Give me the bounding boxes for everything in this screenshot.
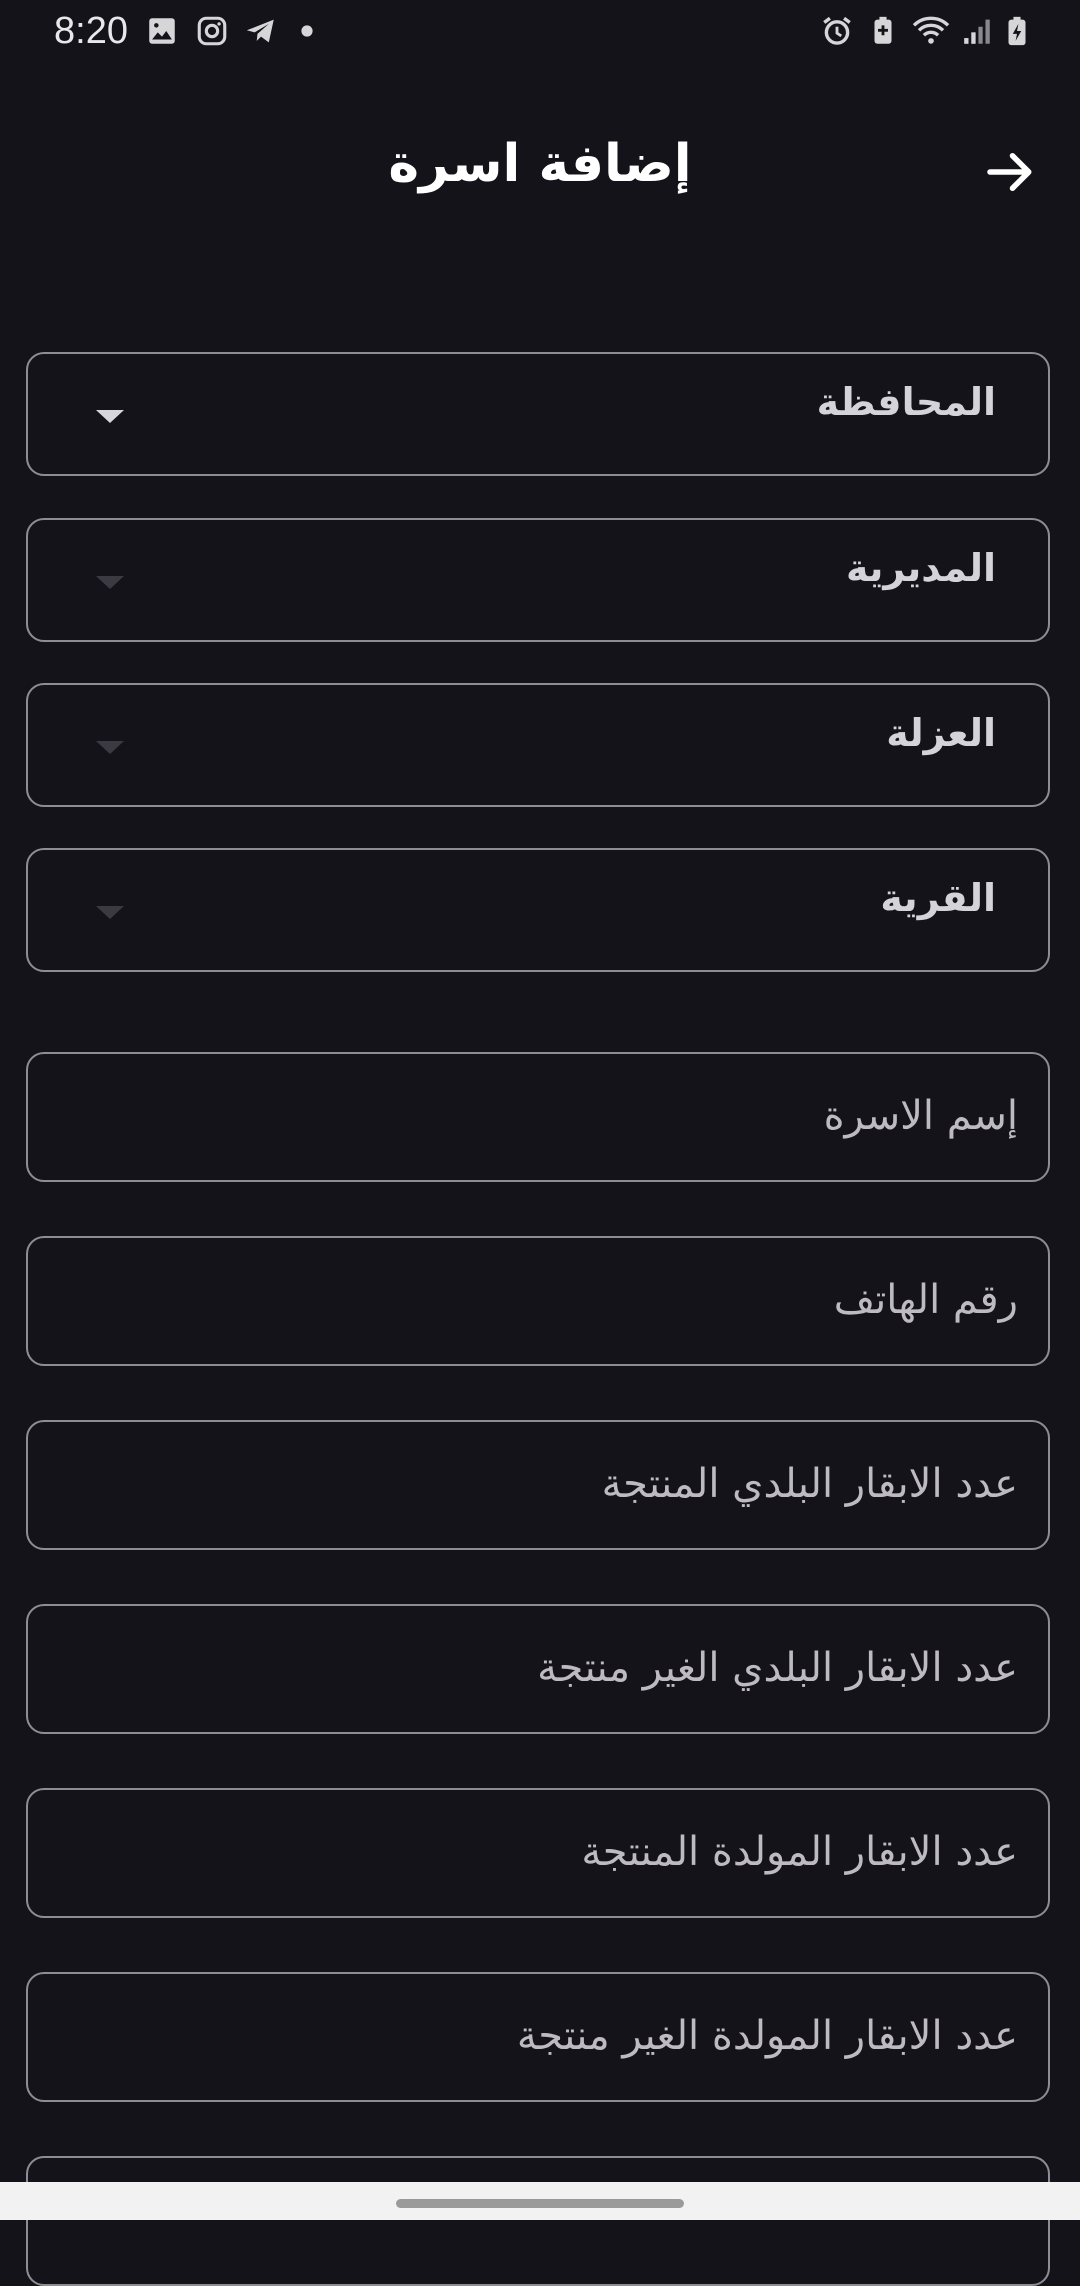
page-title: إضافة اسرة (388, 134, 692, 194)
local-nonproductive-cows-field[interactable] (26, 1604, 1050, 1734)
governorate-label: المحافظة (816, 380, 996, 424)
instagram-icon (195, 14, 229, 48)
directorate-dropdown[interactable]: المديرية (26, 518, 1050, 642)
back-button[interactable] (980, 142, 1040, 202)
signal-icon (960, 14, 994, 48)
phone-number-input[interactable] (54, 1260, 1018, 1340)
subdistrict-dropdown[interactable]: العزلة (26, 683, 1050, 807)
family-name-input[interactable] (54, 1076, 1018, 1156)
crossbred-nonproductive-cows-input[interactable] (54, 1996, 1018, 2076)
dropdown-arrow-icon (96, 741, 124, 754)
battery-charging-icon (1000, 14, 1034, 48)
crossbred-productive-cows-input[interactable] (54, 1812, 1018, 1892)
telegram-icon (244, 14, 278, 48)
dropdown-arrow-icon (96, 906, 124, 919)
status-time: 8:20 (54, 10, 128, 52)
dropdown-arrow-icon (96, 576, 124, 589)
status-bar: 8:20 (0, 0, 1080, 66)
home-indicator[interactable] (396, 2199, 684, 2208)
local-nonproductive-cows-input[interactable] (54, 1628, 1018, 1708)
local-productive-cows-input[interactable] (54, 1444, 1018, 1524)
arrow-right-icon (987, 153, 1032, 191)
image-icon (145, 14, 179, 48)
village-dropdown[interactable]: القرية (26, 848, 1050, 972)
battery-saver-icon (866, 14, 900, 48)
alarm-icon (820, 14, 854, 48)
village-label: القرية (880, 876, 996, 920)
next-field[interactable] (26, 2156, 1050, 2286)
subdistrict-label: العزلة (886, 711, 996, 755)
crossbred-nonproductive-cows-field[interactable] (26, 1972, 1050, 2102)
navigation-bar (0, 2182, 1080, 2220)
wifi-icon (910, 14, 952, 48)
dropdown-arrow-icon (96, 410, 124, 423)
app-bar: إضافة اسرة (0, 100, 1080, 240)
local-productive-cows-field[interactable] (26, 1420, 1050, 1550)
governorate-dropdown[interactable]: المحافظة (26, 352, 1050, 476)
dot-icon (300, 14, 314, 48)
family-name-field[interactable] (26, 1052, 1050, 1182)
directorate-label: المديرية (846, 546, 996, 590)
phone-number-field[interactable] (26, 1236, 1050, 1366)
crossbred-productive-cows-field[interactable] (26, 1788, 1050, 1918)
